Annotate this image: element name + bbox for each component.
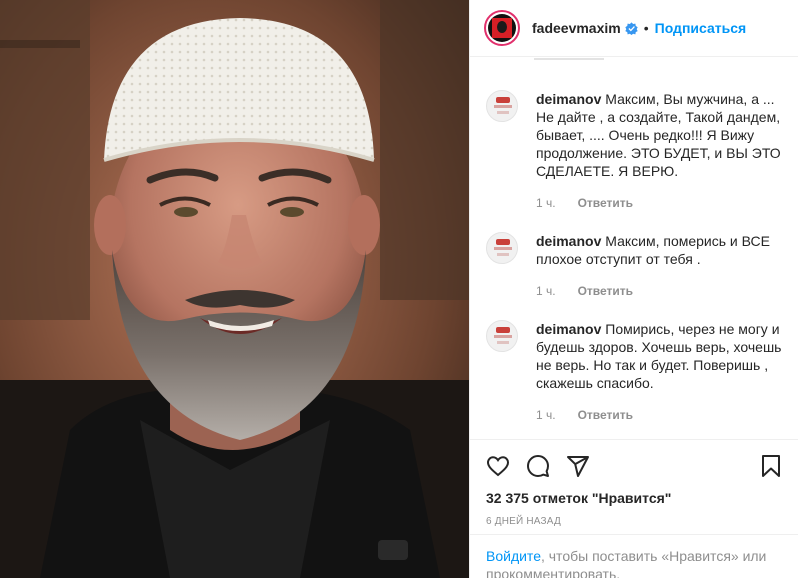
share-icon[interactable]	[566, 454, 590, 478]
header-separator: •	[643, 20, 649, 36]
post-actions: 32 375 отметок "Нравится" 6 ДНЕЙ НАЗАД	[470, 439, 798, 527]
profile-avatar[interactable]	[484, 10, 520, 46]
comment-username[interactable]: deimanov	[536, 233, 601, 249]
header-username[interactable]: fadeevmaxim	[532, 20, 621, 36]
comment-text-block: deimanov Максим, Вы мужчина, а ... Не да…	[536, 90, 786, 180]
comment-item: deimanov Максим, Вы мужчина, а ... Не да…	[486, 90, 786, 210]
commenter-avatar[interactable]	[486, 90, 518, 122]
posted-time[interactable]: 6 ДНЕЙ НАЗАД	[486, 516, 783, 527]
action-icons-row	[486, 440, 783, 492]
login-link[interactable]: Войдите	[486, 548, 541, 564]
comment-icon[interactable]	[526, 454, 550, 478]
comment-username[interactable]: deimanov	[536, 321, 601, 337]
reply-button[interactable]: Ответить	[578, 408, 633, 422]
comment-username[interactable]: deimanov	[536, 91, 601, 107]
commenter-avatar[interactable]	[486, 232, 518, 264]
comment-item: deimanov Максим, померись и ВСЕ плохое о…	[486, 232, 786, 298]
post-photo[interactable]	[0, 0, 469, 578]
likes-count[interactable]: 32 375 отметок "Нравится"	[486, 490, 783, 506]
comment-text-block: deimanov Помирись, через не могу и будеш…	[536, 320, 786, 392]
comment-time[interactable]: 1 ч.	[536, 196, 556, 210]
comment-text-block: deimanov Максим, померись и ВСЕ плохое о…	[536, 232, 786, 268]
reply-button[interactable]: Ответить	[578, 284, 633, 298]
follow-button[interactable]: Подписаться	[655, 20, 747, 36]
heart-icon[interactable]	[486, 454, 510, 478]
comment-item: deimanov Помирись, через не могу и будеш…	[486, 320, 786, 422]
post-side-panel: fadeevmaxim • Подписаться deimanov Макси…	[469, 0, 798, 578]
comments-list[interactable]: deimanov Максим, Вы мужчина, а ... Не да…	[470, 58, 798, 438]
avatar-image	[488, 14, 516, 42]
login-prompt: Войдите, чтобы поставить «Нравится» или …	[470, 534, 798, 578]
verified-badge-icon	[625, 21, 638, 35]
reply-button[interactable]: Ответить	[578, 196, 633, 210]
bookmark-icon[interactable]	[759, 454, 783, 478]
commenter-avatar[interactable]	[486, 320, 518, 352]
post-photo-image	[0, 0, 469, 578]
comment-time[interactable]: 1 ч.	[536, 284, 556, 298]
previous-comment-stub	[534, 58, 604, 64]
post-header: fadeevmaxim • Подписаться	[470, 0, 798, 57]
comment-time[interactable]: 1 ч.	[536, 408, 556, 422]
